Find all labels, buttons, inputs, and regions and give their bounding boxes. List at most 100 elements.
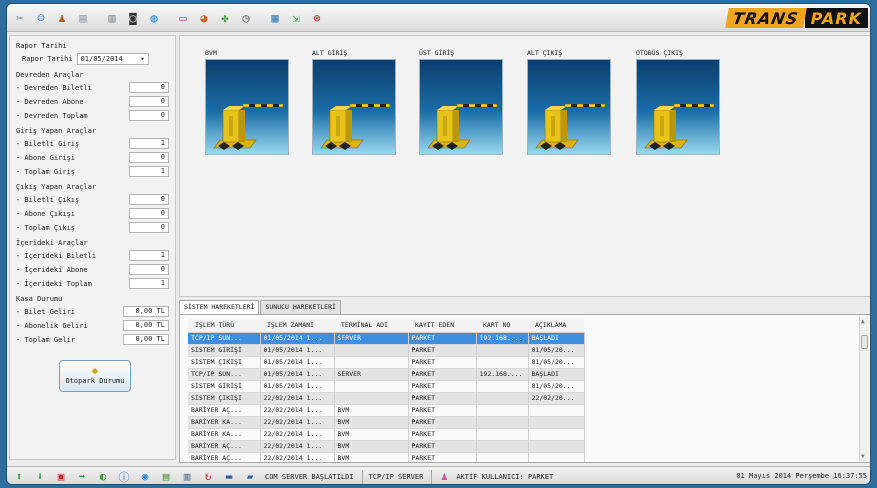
barrier-gate-icon[interactable] bbox=[636, 59, 720, 155]
table-row[interactable]: SİSTEM GİRİŞİ 01/05/2014 1... PARKET 01/05/… bbox=[188, 380, 585, 393]
report-date-row: Rapor Tarihi 01/05/2014 ▾ bbox=[22, 52, 169, 66]
row-value: 1 bbox=[129, 278, 169, 289]
row-label: - Devreden Toplam bbox=[16, 111, 88, 120]
log-tabs: SİSTEM HAREKETLERİ SUNUCU HAREKETLERİ bbox=[179, 300, 870, 314]
table-row[interactable]: SİSTEM ÇIKIŞI 01/05/2014 1... PARKET 01/05/… bbox=[188, 356, 585, 369]
devreden-title: Devreden Araçlar bbox=[16, 71, 84, 79]
table-cell: PARKET bbox=[408, 428, 477, 441]
calculator-icon[interactable]: ▦ bbox=[266, 9, 284, 27]
table-cell: 22/02/2014 1... bbox=[260, 428, 335, 441]
gates-panel: BVM ALT GİRİŞ ÜST GİRİŞ ALT ÇIKIŞ OTOBÜS ÇIK… bbox=[179, 35, 870, 297]
table-row[interactable]: BARİYER AÇ... 22/02/2014 1... BVM PARKET bbox=[188, 452, 585, 462]
printer-icon[interactable]: ▥ bbox=[103, 9, 121, 27]
table-row[interactable]: BARİYER KA... 22/02/2014 1... BVM PARKET bbox=[188, 428, 585, 441]
column-header[interactable]: AÇIKLAMA bbox=[528, 319, 584, 333]
table-row[interactable]: BARİYER AÇ... 22/02/2014 1... BVM PARKET bbox=[188, 440, 585, 453]
globe-icon[interactable]: ◍ bbox=[145, 9, 163, 27]
table-cell: 01/05/2014 1... bbox=[260, 332, 335, 345]
monitor-icon[interactable]: ▬ bbox=[221, 469, 237, 485]
pie-chart-icon[interactable]: ◕ bbox=[195, 9, 213, 27]
row-value: 0,00 TL bbox=[123, 320, 169, 331]
vertical-scrollbar[interactable]: ▲ ▼ bbox=[859, 317, 869, 461]
report-date-picker[interactable]: 01/05/2014 ▾ bbox=[76, 53, 149, 65]
column-header[interactable]: İŞLEM ZAMANI bbox=[260, 319, 334, 333]
iceride-row: - İçerideki Toplam 1 bbox=[16, 277, 169, 290]
gate-card[interactable]: OTOBÜS ÇIKIŞ bbox=[636, 47, 726, 155]
barrier-gate-icon[interactable] bbox=[419, 59, 503, 155]
film-icon[interactable]: ▣ bbox=[53, 469, 69, 485]
table-cell: 01/05/2014 1... bbox=[260, 356, 335, 369]
row-label: - Devreden Biletli bbox=[16, 83, 92, 92]
table-row[interactable]: BARİYER AÇ... 22/02/2014 1... BVM PARKET bbox=[188, 404, 585, 417]
network-icon[interactable]: ◉ bbox=[137, 469, 153, 485]
refresh-icon[interactable]: ◐ bbox=[95, 469, 111, 485]
table-row[interactable]: SİSTEM ÇIKIŞI 22/02/2014 1... PARKET 22/02/… bbox=[188, 392, 585, 405]
giris-row: - Biletli Giriş 1 bbox=[16, 137, 169, 150]
table-cell: BARİYER AÇ... bbox=[188, 440, 261, 453]
printer-icon[interactable]: ▥ bbox=[179, 469, 195, 485]
tools-icon[interactable]: ✂ bbox=[11, 9, 29, 27]
row-label: - İçerideki Toplam bbox=[16, 279, 92, 288]
gate-card[interactable]: BVM bbox=[205, 47, 295, 155]
table-row[interactable]: TCP/IP SUN... 01/05/2014 1... SERVER PARKET… bbox=[188, 332, 585, 345]
column-header[interactable]: KAYIT EDEN bbox=[408, 319, 476, 333]
table-cell: SERVER bbox=[334, 368, 409, 381]
clock-icon[interactable]: ◷ bbox=[237, 9, 255, 27]
scroll-up-icon[interactable]: ▲ bbox=[861, 318, 865, 325]
table-cell bbox=[334, 380, 409, 393]
table-row[interactable]: BARİYER KA... 22/02/2014 1... BVM PARKET bbox=[188, 416, 585, 429]
flag-icon[interactable]: ▭ bbox=[174, 9, 192, 27]
scroll-thumb[interactable] bbox=[861, 335, 868, 349]
document-icon[interactable]: ▤ bbox=[158, 469, 174, 485]
kasa-row: - Toplam Gelir 0,00 TL bbox=[16, 333, 169, 346]
column-header[interactable]: İŞLEM TÜRÜ bbox=[188, 319, 260, 333]
gate-name: BVM bbox=[205, 49, 217, 57]
column-header[interactable]: TERMİNAL ADI bbox=[334, 319, 408, 333]
restart-icon[interactable]: ↻ bbox=[200, 469, 216, 485]
table-row[interactable]: SİSTEM GİRİŞİ 01/05/2014 1... PARKET 01/05/… bbox=[188, 344, 585, 357]
gate-card[interactable]: ALT ÇIKIŞ bbox=[527, 47, 617, 155]
close-circle-icon[interactable]: ⊗ bbox=[308, 9, 326, 27]
table-cell bbox=[334, 356, 409, 369]
row-value: 0 bbox=[129, 194, 169, 205]
scroll-down-icon[interactable]: ▼ bbox=[861, 453, 865, 460]
cikis-row: - Abone Çıkışı 0 bbox=[16, 207, 169, 220]
arrow-up-icon[interactable]: ⬆ bbox=[11, 469, 27, 485]
cikis-row: - Toplam Çıkış 0 bbox=[16, 221, 169, 234]
exit-app-icon[interactable]: ⇲ bbox=[287, 9, 305, 27]
plugin-icon[interactable]: ✤ bbox=[216, 9, 234, 27]
table-cell: BARİYER AÇ... bbox=[188, 452, 261, 462]
events-table-panel: İŞLEM TÜRÜ İŞLEM ZAMANI TERMİNAL ADI KAYIT … bbox=[179, 314, 870, 463]
active-user-status: AKTİF KULLANICI: PARKET bbox=[456, 472, 554, 481]
user-settings-icon[interactable]: ♟ bbox=[53, 9, 71, 27]
table-cell: SİSTEM ÇIKIŞI bbox=[188, 392, 261, 405]
info-icon[interactable]: ⓘ bbox=[116, 469, 132, 485]
tab-system-events[interactable]: SİSTEM HAREKETLERİ bbox=[179, 300, 260, 314]
table-cell: 01/05/20... bbox=[528, 356, 585, 369]
gate-name: ALT GİRİŞ bbox=[312, 49, 348, 57]
barrier-gate-icon[interactable] bbox=[527, 59, 611, 155]
gate-card[interactable]: ÜST GİRİŞ bbox=[419, 47, 509, 155]
kasa-title: Kasa Durumu bbox=[16, 295, 63, 303]
barrier-gate-icon[interactable] bbox=[205, 59, 289, 155]
column-header[interactable]: KART NO bbox=[476, 319, 528, 333]
datetime-display: 01 Mayıs 2014 Perşembe 16:37:55 bbox=[736, 472, 867, 480]
giris-row: - Toplam Giriş 1 bbox=[16, 165, 169, 178]
tab-server-events[interactable]: SUNUCU HAREKETLERİ bbox=[260, 300, 341, 314]
row-value: 0 bbox=[129, 208, 169, 219]
table-row[interactable]: TCP/IP SUN... 01/05/2014 1... SERVER PARKET… bbox=[188, 368, 585, 381]
row-value: 0,00 TL bbox=[123, 334, 169, 345]
barrier-gate-icon[interactable] bbox=[312, 59, 396, 155]
table-header-row: İŞLEM TÜRÜ İŞLEM ZAMANI TERMİNAL ADI KAYIT … bbox=[188, 319, 584, 333]
chevron-down-icon[interactable]: ▾ bbox=[140, 54, 144, 64]
table-cell: PARKET bbox=[408, 332, 477, 345]
devreden-row: - Devreden Toplam 0 bbox=[16, 109, 169, 122]
otopark-status-button[interactable]: ◆ Otopark Durumu bbox=[59, 360, 131, 392]
users-icon[interactable]: ☺ bbox=[32, 9, 50, 27]
gate-card[interactable]: ALT GİRİŞ bbox=[312, 47, 402, 155]
print-preview-icon[interactable]: ▤ bbox=[74, 9, 92, 27]
camera-icon[interactable]: ◙ bbox=[124, 9, 142, 27]
arrow-down-icon[interactable]: ⬇ bbox=[32, 469, 48, 485]
arrow-right-icon[interactable]: ➡ bbox=[74, 469, 90, 485]
table-cell: BVM bbox=[334, 428, 409, 441]
